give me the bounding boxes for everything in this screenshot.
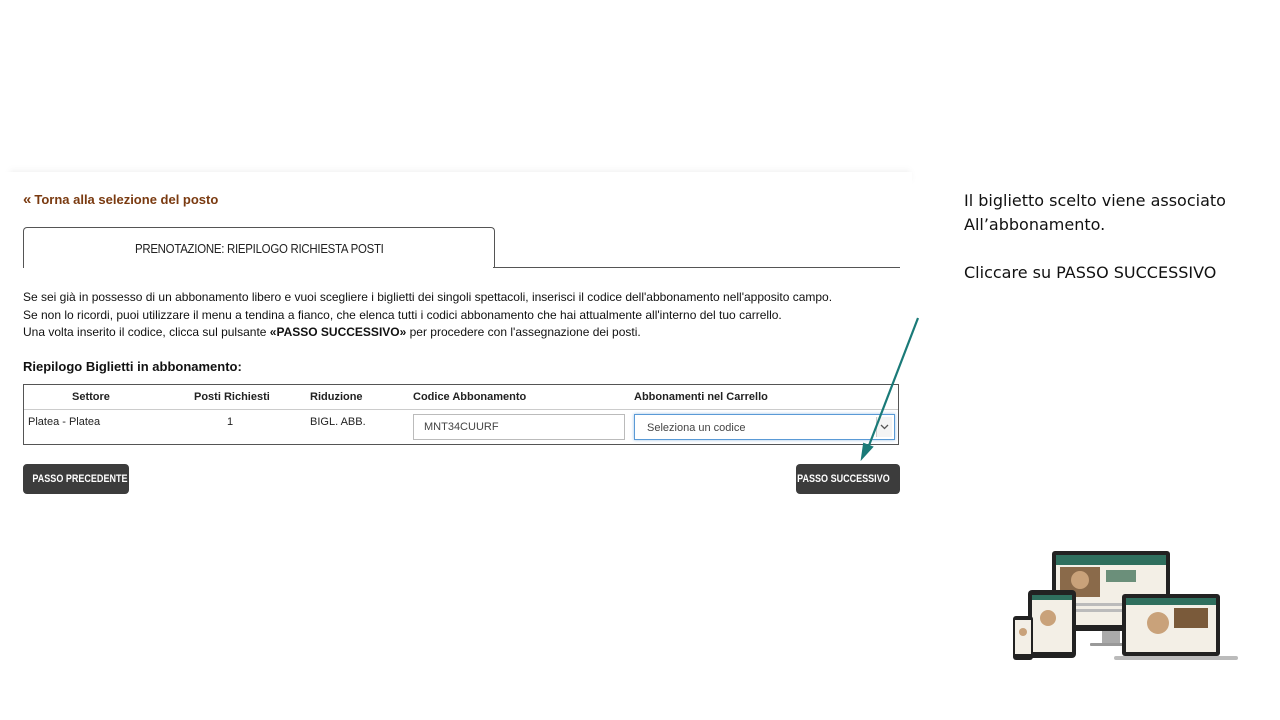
header-posti-richiesti: Posti Richiesti	[194, 391, 270, 403]
back-to-seat-selection-link[interactable]: «Torna alla selezione del posto	[23, 191, 218, 208]
double-chevron-left-icon: «	[13, 470, 23, 488]
responsive-devices-illustration	[1013, 551, 1238, 660]
cart-subscriptions-select[interactable]: Seleziona un codice	[634, 414, 895, 440]
intro-text: Se sei già in possesso di un abbonamento…	[23, 289, 903, 342]
subscription-code-input[interactable]	[413, 414, 625, 440]
previous-step-button[interactable]: « PASSO PRECEDENTE	[14, 464, 129, 494]
header-abbonamenti-carrello: Abbonamenti nel Carrello	[634, 391, 768, 403]
header-codice-abbonamento: Codice Abbonamento	[413, 391, 527, 403]
next-step-label: PASSO SUCCESSIVO	[797, 473, 891, 485]
intro-line-1: Se sei già in possesso di un abbonamento…	[23, 290, 833, 304]
intro-line-3-post: per procedere con l'assegnazione dei pos…	[406, 325, 641, 339]
instruction-callout: Il biglietto scelto viene associato All’…	[964, 189, 1264, 285]
callout-line-3: Cliccare su PASSO SUCCESSIVO	[964, 263, 1217, 282]
intro-line-3: Una volta inserito il codice, clicca sul…	[23, 324, 903, 342]
tab-divider-gap	[24, 267, 493, 268]
cell-posti: 1	[227, 416, 234, 428]
subscription-tickets-table: Settore Posti Richiesti Riduzione Codice…	[23, 384, 899, 445]
header-settore: Settore	[72, 391, 110, 403]
callout-line-1: Il biglietto scelto viene associato	[964, 191, 1226, 210]
cell-settore: Platea - Platea	[28, 416, 101, 428]
screenshot-area	[0, 172, 912, 512]
next-step-button[interactable]: PASSO SUCCESSIVO »	[796, 464, 909, 494]
intro-line-3-pre: Una volta inserito il codice, clicca sul…	[23, 325, 270, 339]
cell-riduzione: BIGL. ABB.	[310, 416, 366, 428]
intro-line-3-bold: «PASSO SUCCESSIVO»	[269, 325, 407, 339]
intro-line-2: Se non lo ricordi, puoi utilizzare il me…	[23, 307, 782, 322]
chevron-down-icon[interactable]	[876, 417, 892, 437]
tab-booking-summary[interactable]: PRENOTAZIONE: RIEPILOGO RICHIESTA POSTI	[23, 227, 495, 268]
callout-spacer	[964, 237, 1264, 261]
summary-title: Riepilogo Biglietti in abbonamento:	[23, 359, 242, 374]
previous-step-label: PASSO PRECEDENTE	[32, 473, 128, 485]
callout-line-2: All’abbonamento.	[964, 215, 1106, 234]
tab-title: PRENOTAZIONE: RIEPILOGO RICHIESTA POSTI	[134, 240, 384, 256]
header-riduzione: Riduzione	[310, 391, 363, 403]
back-link-label: Torna alla selezione del posto	[34, 192, 219, 207]
select-value: Seleziona un codice	[647, 422, 746, 434]
double-chevron-left-icon: «	[23, 191, 32, 208]
table-header: Settore Posti Richiesti Riduzione Codice…	[24, 385, 898, 410]
double-chevron-right-icon: »	[900, 470, 909, 488]
